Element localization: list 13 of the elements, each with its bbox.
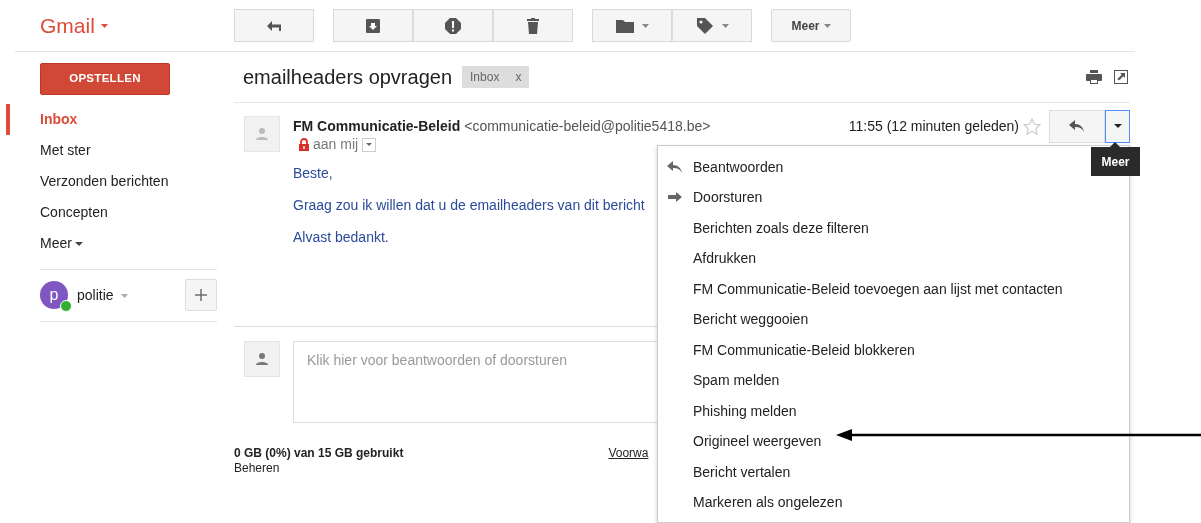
tooltip: Meer [1091,147,1140,176]
sender-name: FM Communicatie-Beleid [293,116,461,136]
reply-prompt: Klik hier voor [307,352,388,368]
message-paragraph: Beste, [293,164,333,183]
storage-usage: 0 GB (0%) van 15 GB gebruikt [234,446,404,461]
sender-address: <communicatie-beleid@politie5418.be> [464,116,711,136]
message-time: 11:55 (12 minuten geleden) [848,116,1019,136]
label-tag: Inbox x [462,66,530,88]
recipient-text: aan mij [313,135,359,154]
message-paragraph: Alvast bedankt. [293,228,389,247]
reply-prompt-text: of [484,352,497,368]
conversation-subject: emailheaders opvragen [243,65,453,90]
message-paragraph: Graag zou ik willen dat u de emailheaders van dit bericht [293,196,645,215]
